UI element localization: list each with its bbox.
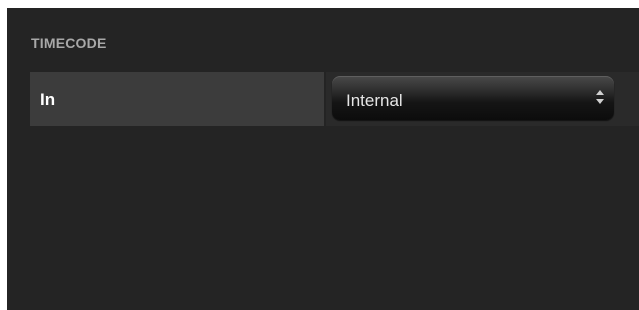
section-title: TIMECODE xyxy=(31,35,107,51)
row-label-cell: In xyxy=(30,72,324,126)
up-down-arrows-icon xyxy=(596,90,604,104)
row-value-cell: Internal xyxy=(326,72,639,126)
timecode-in-select[interactable]: Internal xyxy=(332,76,614,120)
timecode-in-label: In xyxy=(40,90,56,109)
timecode-panel: TIMECODE In Internal xyxy=(7,8,639,310)
select-value: Internal xyxy=(346,91,403,110)
timecode-in-row: In Internal xyxy=(30,72,639,126)
